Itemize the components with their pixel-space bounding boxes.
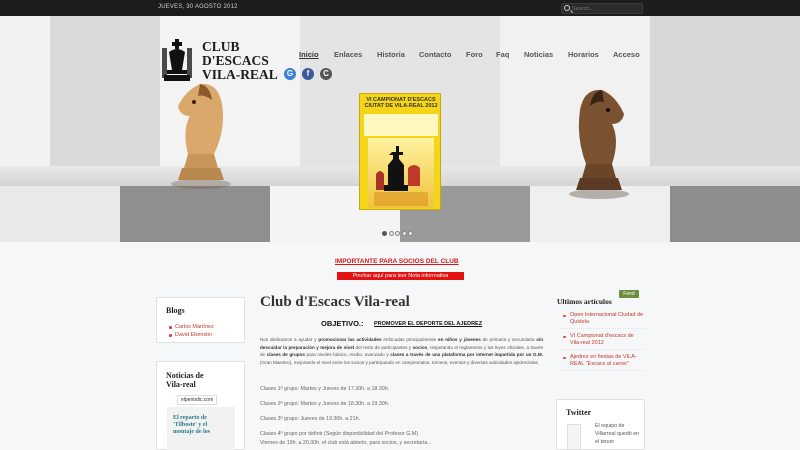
rss-icon[interactable]: C: [320, 68, 332, 80]
poster-info-box: [364, 114, 438, 136]
dark-knight-image: [569, 89, 629, 199]
logo-line-1: CLUB: [202, 39, 240, 54]
page-title: Club d'Escacs Vila-real: [260, 294, 410, 310]
blog-link[interactable]: David Ebensler: [169, 331, 214, 339]
class-schedule-4: Clases 4º grupo por definir (Según dispo…: [260, 431, 418, 437]
blogs-title: Blogs: [166, 306, 185, 315]
local-news-widget: Noticias de Vila-real elperiodic.com El …: [156, 361, 245, 450]
feed-button[interactable]: Feed: [619, 290, 639, 298]
slider-dot-5[interactable]: [408, 231, 413, 236]
article-link[interactable]: Ajedrez en fiestas de VILA-REAL "Escacs …: [562, 354, 646, 371]
hero-banner: CLUB D'ESCACS VILA-REAL Inicio Enlaces H…: [0, 16, 800, 242]
slider-dot-2[interactable]: [388, 231, 394, 236]
class-schedule-3: Clases 3º grupo: Jueves de 19.30h. a 21h…: [260, 416, 360, 422]
notice-link-button[interactable]: Pinchar aquí para leer Nota informativa: [337, 272, 464, 280]
poster-title: VI CAMPIONAT D'ESCACS CIUTAT DE VILA-REA…: [364, 97, 438, 109]
objective-label: OBJETIVO.:: [321, 319, 364, 328]
top-bar: JUEVES, 30 AGOSTO 2012: [0, 0, 800, 16]
nav-foro[interactable]: Foro: [466, 50, 483, 59]
article-link[interactable]: Open Internacional Ciudad de Quidela: [562, 312, 646, 329]
nav-noticias[interactable]: Noticias: [524, 50, 553, 59]
local-news-title: Noticias de Vila-real: [166, 371, 204, 389]
poster-chess-image: [368, 138, 434, 208]
chess-king-icon: [162, 39, 192, 81]
tweet-avatar[interactable]: [567, 424, 581, 450]
objective-text: PROMOVER EL DEPORTE DEL AJEDREZ: [374, 321, 483, 327]
nav-contacto[interactable]: Contacto: [419, 50, 452, 59]
google-icon[interactable]: G: [284, 68, 296, 80]
search-input[interactable]: [572, 5, 640, 13]
nav-enlaces[interactable]: Enlaces: [334, 50, 362, 59]
nav-historia[interactable]: Historia: [377, 50, 405, 59]
current-date: JUEVES, 30 AGOSTO 2012: [158, 4, 238, 10]
slider-dot-4[interactable]: [401, 231, 407, 236]
site-logo[interactable]: CLUB D'ESCACS VILA-REAL: [158, 36, 280, 84]
tweet-text[interactable]: El equipo de Villarreal quedó en el terc…: [595, 422, 643, 446]
article-link[interactable]: VI Campionat d'escacs de Vila-real 2012: [562, 333, 646, 350]
light-knight-image: [171, 83, 231, 189]
latest-articles-title: Ultimos artículos: [557, 297, 612, 306]
tournament-poster[interactable]: VI CAMPIONAT D'ESCACS CIUTAT DE VILA-REA…: [359, 93, 441, 210]
important-notice[interactable]: IMPORTANTE PARA SOCIOS DEL CLUB: [335, 258, 459, 265]
twitter-title: Twitter: [566, 408, 592, 417]
news-article[interactable]: El reparto de 'Tilboste' y el montaje de…: [167, 407, 235, 450]
latest-articles-list: Open Internacional Ciudad de Quidela VI …: [562, 312, 646, 375]
nav-inicio[interactable]: Inicio: [299, 50, 319, 59]
club-description: Nos dedicamos a ayudar y promocionar las…: [260, 337, 543, 365]
blogs-widget: Blogs Carlos Martínez David Ebensler: [156, 297, 245, 343]
news-source[interactable]: elperiodic.com: [177, 395, 217, 405]
logo-line-2: D'ESCACS: [202, 53, 269, 68]
search-icon: [564, 5, 570, 11]
nav-acceso[interactable]: Acceso: [613, 50, 640, 59]
nav-horarios[interactable]: Horarios: [568, 50, 599, 59]
blogs-list: Carlos Martínez David Ebensler: [169, 323, 214, 339]
club-open-hours: Viernes de 19h. a 20.30h. el club está a…: [260, 440, 432, 446]
class-schedule-1: Clases 1º grupo: Martes y Jueves de 17.3…: [260, 386, 390, 392]
search-box[interactable]: [561, 3, 643, 14]
slider-pagination: [382, 223, 415, 236]
slider-dot-1[interactable]: [382, 231, 387, 236]
news-headline[interactable]: El reparto de 'Tilboste' y el montaje de…: [173, 415, 231, 436]
facebook-icon[interactable]: f: [302, 68, 314, 80]
twitter-widget: Twitter El equipo de Villarreal quedó en…: [556, 399, 645, 450]
class-schedule-2: Clases 2º grupo: Martes y Jueves de 18.3…: [260, 401, 390, 407]
logo-text: CLUB D'ESCACS VILA-REAL: [202, 40, 278, 82]
blog-link[interactable]: Carlos Martínez: [169, 323, 214, 331]
slider-dot-3[interactable]: [395, 231, 400, 236]
nav-faq[interactable]: Faq: [496, 50, 509, 59]
